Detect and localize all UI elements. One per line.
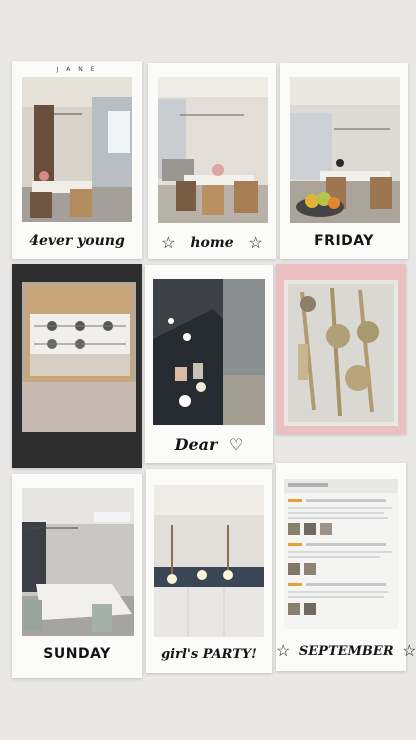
polaroid-card-4 <box>12 264 142 468</box>
caption-dear-text: Dear <box>174 435 218 454</box>
dining-fruit-bowl-photo <box>290 77 400 223</box>
caption-sunday: SUNDAY <box>43 646 111 662</box>
polaroid-card-6 <box>276 264 406 434</box>
dining-table-window-photo <box>22 488 134 636</box>
caption-4ever-young: 4ever young <box>29 233 125 249</box>
polaroid-card-8: girl's PARTY! <box>146 469 272 673</box>
caption-home-text: home <box>190 235 234 251</box>
caption-friday: FRIDAY <box>314 233 374 249</box>
light-fixture-box-photo <box>22 282 136 432</box>
polaroid-card-2: ☆ home ☆ <box>148 63 276 259</box>
polaroid-card-5: Dear ♡ <box>145 265 273 463</box>
polaroid-card-1: J A N E 4ever young <box>12 61 142 259</box>
heart-outline-icon: ♡ <box>229 435 244 454</box>
polaroid-card-7: SUNDAY <box>12 474 142 678</box>
caption-september-text: SEPTEMBER <box>298 644 394 659</box>
caption-home: ☆ home ☆ <box>148 233 276 252</box>
polaroid-brand-label: J A N E <box>56 66 98 73</box>
pendant-lamps-box-photo <box>284 280 398 426</box>
star-outline-icon: ☆ <box>161 233 176 252</box>
collage-page: { "polaroid_brand": "J A N E", "captions… <box>0 0 416 740</box>
star-outline-icon: ☆ <box>402 641 416 660</box>
pendant-lights-room-photo <box>154 485 264 637</box>
polaroid-card-3: FRIDAY <box>280 63 408 259</box>
dining-room-photo <box>22 77 132 222</box>
kitchen-shelf-lights-photo <box>153 279 265 425</box>
living-dining-photo <box>158 77 268 223</box>
caption-september: ☆ SEPTEMBER ☆ <box>276 641 416 660</box>
product-reviews-screenshot-photo <box>284 479 398 629</box>
caption-girls-party: girl's PARTY! <box>161 647 257 662</box>
caption-dear: Dear ♡ <box>145 435 273 454</box>
star-outline-icon: ☆ <box>248 233 263 252</box>
polaroid-card-9: ☆ SEPTEMBER ☆ <box>276 463 416 671</box>
star-outline-icon: ☆ <box>276 641 291 660</box>
